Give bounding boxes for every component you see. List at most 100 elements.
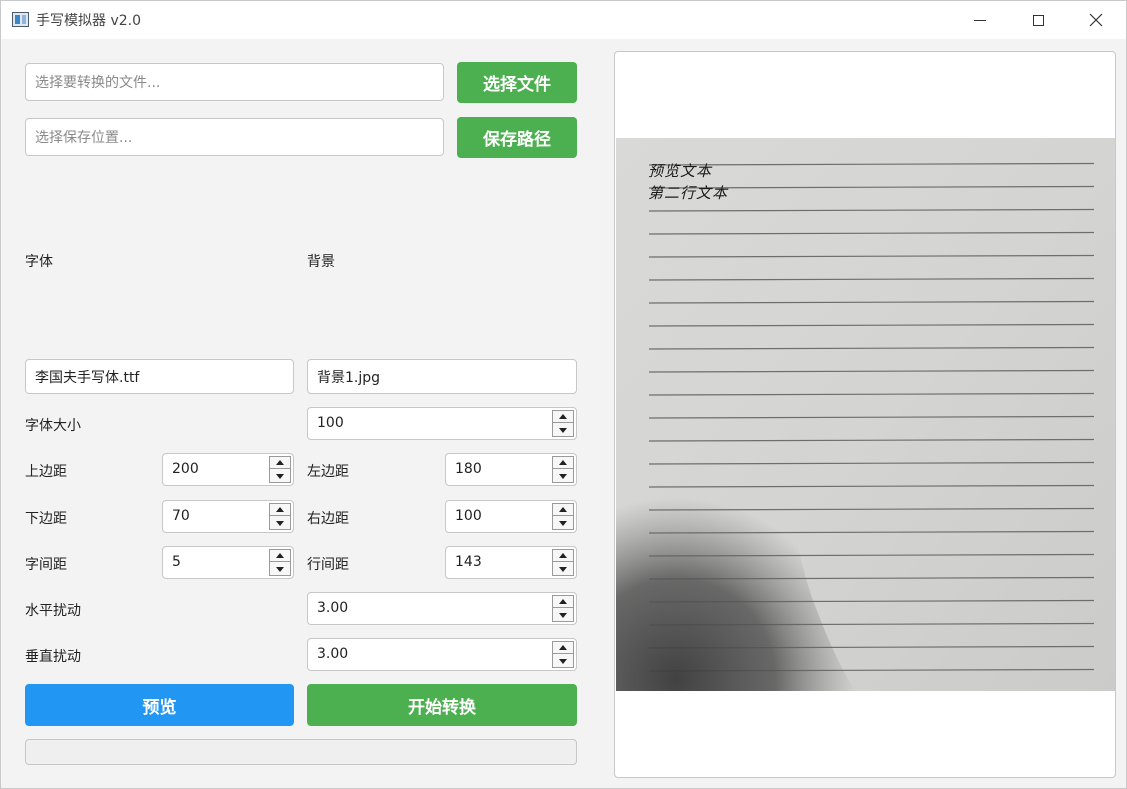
source-file-placeholder: 选择要转换的文件... — [35, 75, 161, 91]
preview-text-line-2: 第二行文本 — [648, 184, 729, 202]
left-margin-value: 180 — [455, 461, 482, 477]
decrement-button[interactable] — [553, 563, 573, 575]
decrement-button[interactable] — [553, 470, 573, 482]
line-spacing-label: 行间距 — [307, 557, 349, 573]
font-size-value: 100 — [317, 415, 344, 431]
increment-button[interactable] — [553, 457, 573, 469]
right-margin-value: 100 — [455, 508, 482, 524]
vertical-perturb-label: 垂直扰动 — [25, 649, 81, 665]
preview-button[interactable]: 预览 — [25, 684, 294, 726]
decrement-button[interactable] — [270, 470, 290, 482]
close-icon — [1089, 13, 1103, 27]
background-section-label: 背景 — [307, 254, 335, 270]
maximize-button[interactable] — [1009, 1, 1067, 39]
background-file-field[interactable]: 背景1.jpg — [307, 359, 577, 394]
increment-button[interactable] — [553, 411, 573, 423]
top-margin-spinbox[interactable]: 200 — [162, 453, 294, 486]
app-window-icon — [12, 12, 29, 27]
minimize-button[interactable] — [951, 1, 1009, 39]
increment-button[interactable] — [553, 642, 573, 654]
arrow-down-icon — [276, 473, 284, 479]
arrow-down-icon — [559, 473, 567, 479]
arrow-up-icon — [276, 507, 284, 512]
top-margin-stepper[interactable] — [269, 456, 291, 483]
horizontal-perturb-label: 水平扰动 — [25, 603, 81, 619]
close-button[interactable] — [1067, 1, 1125, 39]
arrow-down-icon — [559, 520, 567, 526]
font-file-value: 李国夫手写体.ttf — [35, 369, 140, 386]
decrement-button[interactable] — [553, 517, 573, 529]
increment-button[interactable] — [553, 504, 573, 516]
decrement-button[interactable] — [553, 424, 573, 436]
right-margin-label: 右边距 — [307, 511, 349, 527]
vertical-perturb-stepper[interactable] — [552, 641, 574, 668]
top-margin-value: 200 — [172, 461, 199, 477]
preview-text-line-1: 预览文本 — [648, 162, 713, 180]
title-bar[interactable]: 手写模拟器 v2.0 — [1, 1, 1126, 39]
progress-bar — [25, 739, 577, 765]
decrement-button[interactable] — [270, 517, 290, 529]
select-file-button[interactable]: 选择文件 — [457, 62, 577, 103]
char-spacing-spinbox[interactable]: 5 — [162, 546, 294, 579]
minimize-icon — [974, 19, 986, 21]
arrow-up-icon — [559, 414, 567, 419]
horizontal-perturb-spinbox[interactable]: 3.00 — [307, 592, 577, 625]
increment-button[interactable] — [553, 596, 573, 608]
left-margin-spinbox[interactable]: 180 — [445, 453, 577, 486]
increment-button[interactable] — [553, 550, 573, 562]
save-path-button[interactable]: 保存路径 — [457, 117, 577, 158]
arrow-down-icon — [559, 612, 567, 618]
increment-button[interactable] — [270, 504, 290, 516]
font-size-spinbox[interactable]: 100 — [307, 407, 577, 440]
save-location-input[interactable]: 选择保存位置... — [25, 118, 444, 156]
arrow-down-icon — [276, 520, 284, 526]
vertical-perturb-spinbox[interactable]: 3.00 — [307, 638, 577, 671]
char-spacing-label: 字间距 — [25, 557, 67, 573]
arrow-up-icon — [276, 460, 284, 465]
line-spacing-value: 143 — [455, 554, 482, 570]
horizontal-perturb-stepper[interactable] — [552, 595, 574, 622]
arrow-down-icon — [559, 566, 567, 572]
decrement-button[interactable] — [553, 609, 573, 621]
background-file-value: 背景1.jpg — [317, 369, 381, 386]
preview-panel: 预览文本 第二行文本 — [614, 51, 1116, 778]
app-window: 手写模拟器 v2.0 选择要转换的文件... 选择文件 选择保存位置... 保存… — [0, 0, 1127, 789]
save-location-placeholder: 选择保存位置... — [35, 130, 133, 146]
top-margin-label: 上边距 — [25, 464, 67, 480]
start-convert-button[interactable]: 开始转换 — [307, 684, 577, 726]
decrement-button[interactable] — [553, 655, 573, 667]
font-section-label: 字体 — [25, 254, 53, 270]
arrow-down-icon — [276, 566, 284, 572]
decrement-button[interactable] — [270, 563, 290, 575]
right-margin-spinbox[interactable]: 100 — [445, 500, 577, 533]
bottom-margin-spinbox[interactable]: 70 — [162, 500, 294, 533]
arrow-up-icon — [559, 599, 567, 604]
bottom-margin-stepper[interactable] — [269, 503, 291, 530]
left-margin-label: 左边距 — [307, 464, 349, 480]
lined-paper-image — [616, 138, 1115, 691]
line-spacing-stepper[interactable] — [552, 549, 574, 576]
font-size-stepper[interactable] — [552, 410, 574, 437]
font-size-label: 字体大小 — [25, 418, 81, 434]
arrow-up-icon — [559, 460, 567, 465]
increment-button[interactable] — [270, 457, 290, 469]
arrow-up-icon — [559, 553, 567, 558]
char-spacing-value: 5 — [172, 554, 181, 570]
arrow-up-icon — [559, 645, 567, 650]
right-margin-stepper[interactable] — [552, 503, 574, 530]
horizontal-perturb-value: 3.00 — [317, 600, 349, 616]
font-file-field[interactable]: 李国夫手写体.ttf — [25, 359, 294, 394]
line-spacing-spinbox[interactable]: 143 — [445, 546, 577, 579]
preview-image: 预览文本 第二行文本 — [616, 138, 1115, 691]
arrow-down-icon — [559, 427, 567, 433]
increment-button[interactable] — [270, 550, 290, 562]
left-margin-stepper[interactable] — [552, 456, 574, 483]
char-spacing-stepper[interactable] — [269, 549, 291, 576]
source-file-input[interactable]: 选择要转换的文件... — [25, 63, 444, 101]
window-title: 手写模拟器 v2.0 — [36, 13, 141, 29]
arrow-up-icon — [559, 507, 567, 512]
bottom-margin-value: 70 — [172, 508, 190, 524]
vertical-perturb-value: 3.00 — [317, 646, 349, 662]
arrow-down-icon — [559, 658, 567, 664]
bottom-margin-label: 下边距 — [25, 511, 67, 527]
